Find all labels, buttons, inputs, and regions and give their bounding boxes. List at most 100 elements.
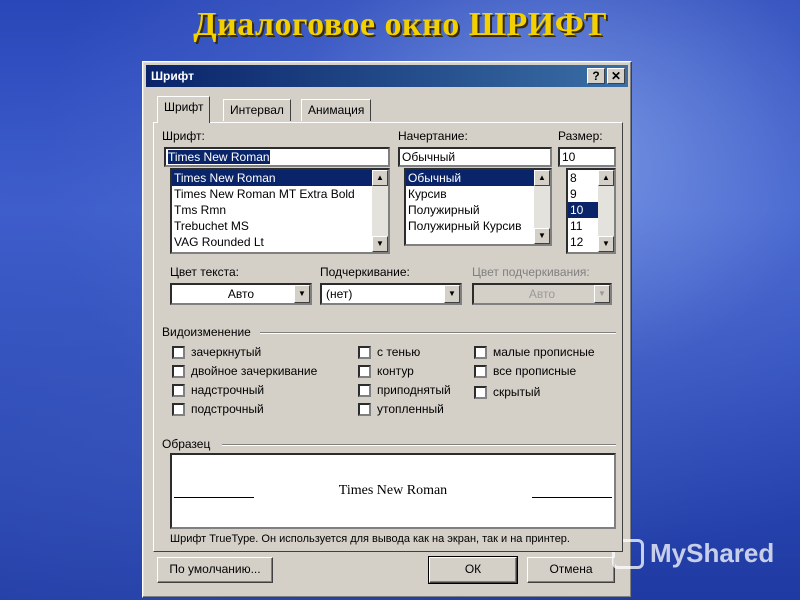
scroll-up-icon[interactable]: ▲ (372, 170, 388, 186)
tab-animation[interactable]: Анимация (301, 99, 372, 121)
style-list[interactable]: Обычный Курсив Полужирный Полужирный Кур… (404, 168, 552, 246)
checkbox-label: подстрочный (191, 402, 264, 416)
checkbox-small-caps[interactable]: малые прописные (474, 345, 595, 359)
size-list-item[interactable]: 9 (568, 186, 598, 202)
checkbox-superscript[interactable]: надстрочный (172, 383, 264, 397)
checkbox-box[interactable] (358, 402, 371, 416)
font-list-item[interactable]: Trebuchet MS (172, 218, 372, 234)
help-button[interactable]: ? (587, 68, 605, 84)
checkbox-hidden[interactable]: скрытый (474, 385, 540, 399)
checkbox-label: надстрочный (191, 383, 265, 397)
font-input-value: Times New Roman (168, 150, 270, 164)
scroll-down-icon[interactable]: ▼ (598, 236, 614, 252)
size-list-item[interactable]: 11 (568, 218, 598, 234)
checkbox-box[interactable] (172, 383, 185, 397)
style-list-item[interactable]: Полужирный (406, 202, 534, 218)
underline-color-label: Цвет подчеркивания: (472, 265, 590, 279)
text-color-value: Авто (227, 287, 255, 301)
checkbox-box[interactable] (358, 364, 371, 378)
preview-note: Шрифт TrueType. Он используется для выво… (170, 533, 570, 545)
checkbox-box[interactable] (358, 345, 371, 359)
text-color-select[interactable]: Авто ▼ (170, 283, 312, 305)
size-label: Размер: (558, 129, 603, 143)
font-dialog: Шрифт ? ✕ Шрифт Интервал Анимация Шрифт:… (142, 61, 632, 598)
scroll-up-icon[interactable]: ▲ (598, 170, 614, 186)
font-label: Шрифт: (162, 129, 205, 143)
size-list-item[interactable]: 12 (568, 234, 598, 250)
dialog-title: Шрифт (151, 69, 194, 83)
underline-label: Подчеркивание: (320, 265, 410, 279)
checkbox-box[interactable] (474, 364, 487, 378)
checkbox-box[interactable] (172, 364, 185, 378)
checkbox-box[interactable] (172, 345, 185, 359)
checkbox-label: скрытый (493, 385, 541, 399)
scroll-down-icon[interactable]: ▼ (534, 228, 550, 244)
default-button[interactable]: По умолчанию... (157, 557, 273, 583)
font-list-item[interactable]: Times New Roman (172, 170, 372, 186)
checkbox-shadow[interactable]: с тенью (358, 345, 420, 359)
style-list-scrollbar[interactable]: ▲ ▼ (534, 170, 550, 244)
checkbox-label: контур (377, 364, 414, 378)
underline-color-select: Авто ▼ (472, 283, 612, 305)
style-label: Начертание: (398, 129, 468, 143)
checkbox-box[interactable] (172, 402, 185, 416)
size-list-scrollbar[interactable]: ▲ ▼ (598, 170, 614, 252)
checkbox-label: малые прописные (493, 345, 595, 359)
checkbox-all-caps[interactable]: все прописные (474, 364, 576, 378)
font-list-scrollbar[interactable]: ▲ ▼ (372, 170, 388, 252)
scroll-up-icon[interactable]: ▲ (534, 170, 550, 186)
font-input[interactable]: Times New Roman (164, 147, 390, 167)
size-list-item[interactable]: 8 (568, 170, 598, 186)
style-input-value: Обычный (402, 150, 456, 164)
checkbox-label: с тенью (377, 345, 421, 359)
scroll-down-icon[interactable]: ▼ (372, 236, 388, 252)
chevron-down-icon[interactable]: ▼ (444, 285, 460, 303)
size-input[interactable]: 10 (558, 147, 616, 167)
preview-group-label: Образец (162, 437, 211, 451)
checkbox-engrave[interactable]: утопленный (358, 402, 444, 416)
slide-title: Диалоговое окно ШРИФТ (193, 6, 607, 43)
font-list[interactable]: Times New Roman Times New Roman MT Extra… (170, 168, 390, 254)
chevron-down-icon[interactable]: ▼ (294, 285, 310, 303)
size-list[interactable]: 8 9 10 11 12 ▲ ▼ (566, 168, 616, 254)
checkbox-label: утопленный (377, 402, 444, 416)
preview-box: Times New Roman (170, 453, 616, 529)
checkbox-label: приподнятый (377, 383, 451, 397)
ok-button[interactable]: ОК (428, 556, 518, 584)
cancel-button[interactable]: Отмена (527, 557, 615, 583)
style-list-item[interactable]: Обычный (406, 170, 534, 186)
style-list-item[interactable]: Курсив (406, 186, 534, 202)
checkbox-box[interactable] (358, 383, 371, 397)
effects-divider (260, 332, 616, 334)
style-list-item[interactable]: Полужирный Курсив (406, 218, 534, 234)
dialog-titlebar[interactable]: Шрифт ? ✕ (146, 65, 628, 87)
checkbox-double-strikethrough[interactable]: двойное зачеркивание (172, 364, 317, 378)
watermark: MyShared (612, 538, 774, 569)
checkbox-box[interactable] (474, 385, 487, 399)
checkbox-emboss[interactable]: приподнятый (358, 383, 451, 397)
font-list-item[interactable]: VAG Rounded Lt (172, 234, 372, 250)
close-button[interactable]: ✕ (607, 68, 625, 84)
chevron-down-icon: ▼ (594, 285, 610, 303)
checkbox-label: двойное зачеркивание (191, 364, 318, 378)
tab-font[interactable]: Шрифт (157, 96, 211, 123)
text-color-label: Цвет текста: (170, 265, 240, 279)
checkbox-outline[interactable]: контур (358, 364, 414, 378)
checkbox-strikethrough[interactable]: зачеркнутый (172, 345, 261, 359)
effects-group-label: Видоизменение (162, 325, 251, 339)
checkbox-subscript[interactable]: подстрочный (172, 402, 264, 416)
style-input[interactable]: Обычный (398, 147, 552, 167)
checkbox-label: все прописные (493, 364, 577, 378)
checkbox-box[interactable] (474, 345, 487, 359)
underline-value: (нет) (326, 287, 353, 301)
tab-spacing[interactable]: Интервал (223, 99, 291, 121)
font-list-item[interactable]: Times New Roman MT Extra Bold (172, 186, 372, 202)
preview-divider (222, 444, 616, 446)
size-input-value: 10 (562, 150, 576, 164)
tab-panel-font: Шрифт: Times New Roman Times New Roman T… (153, 122, 623, 552)
underline-select[interactable]: (нет) ▼ (320, 283, 462, 305)
size-list-item[interactable]: 10 (568, 202, 598, 218)
underline-color-value: Авто (528, 287, 556, 301)
baseline-right (532, 497, 612, 498)
font-list-item[interactable]: Tms Rmn (172, 202, 372, 218)
